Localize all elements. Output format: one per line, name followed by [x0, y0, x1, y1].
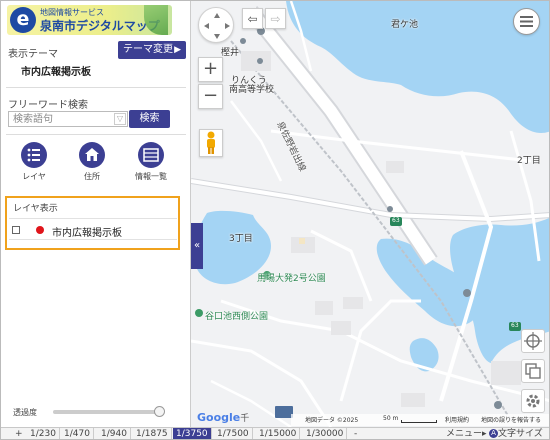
- map-label-chome3: 3丁目: [229, 234, 253, 244]
- map-label-kashii: 樫井: [221, 48, 240, 58]
- pegman-icon: [207, 131, 215, 154]
- freeword-label: フリーワード検索: [8, 100, 88, 111]
- layer-display-section: レイヤ表示 市内広報掲示板: [5, 196, 180, 250]
- map-view[interactable]: 君ケ池 樫井 りんくう 南高等学校 泉佐野岩出線 2丁目 3丁目 63 63 馬…: [191, 1, 549, 427]
- scale-option[interactable]: 1/470: [61, 428, 94, 439]
- map-label-school-2: 南高等学校: [229, 85, 275, 95]
- map-label-park-2: 谷口池西側公園: [205, 312, 269, 322]
- text-size-label: 文字サイズ: [498, 429, 543, 439]
- zoom-in-button[interactable]: +: [198, 57, 223, 82]
- info-list-tool-label: 情報一覧: [135, 172, 167, 181]
- menu-link[interactable]: メニュー▸: [446, 428, 487, 439]
- layer-checkbox[interactable]: [12, 226, 20, 234]
- map-label-route-63b: 63: [511, 322, 519, 329]
- scale-option-active[interactable]: 1/3750: [173, 428, 212, 439]
- layer-item[interactable]: 市内広報掲示板: [9, 218, 177, 240]
- locate-button[interactable]: [521, 329, 545, 353]
- attrib-scale: 50 m: [383, 415, 399, 422]
- scale-option[interactable]: 1/1875: [133, 428, 172, 439]
- layer-item-label: 市内広報掲示板: [52, 228, 122, 239]
- scale-zoom-in[interactable]: +: [13, 428, 25, 439]
- layer-section-title: レイヤ表示: [13, 204, 58, 214]
- info-list-tool-button[interactable]: 情報一覧: [130, 142, 172, 182]
- search-input[interactable]: [8, 111, 128, 127]
- opacity-slider-track[interactable]: [53, 410, 161, 414]
- text-size-link[interactable]: A 文字サイズ: [489, 428, 543, 439]
- logo-title: 泉南市デジタルマップ: [40, 19, 160, 33]
- app-window: 君ケ池 樫井 りんくう 南高等学校 泉佐野岩出線 2丁目 3丁目 63 63 馬…: [0, 0, 550, 440]
- table-icon: [138, 142, 164, 168]
- address-tool-button[interactable]: 住所: [71, 142, 113, 182]
- overlap-squares-icon: [525, 363, 541, 379]
- scale-zoom-out[interactable]: -: [351, 428, 360, 439]
- app-logo[interactable]: e 地図情報サービス 泉南市デジタルマップ: [7, 5, 172, 35]
- google-logo: Google千: [197, 411, 249, 424]
- google-suffix-text: 千: [240, 414, 250, 424]
- attrib-report[interactable]: 地図の誤りを報告する: [481, 415, 541, 424]
- panel-collapse-button[interactable]: «: [191, 223, 203, 269]
- logo-e-mark-icon: e: [10, 7, 36, 33]
- scale-bar: + 1/230 1/470 1/940 1/1875 1/3750 1/7500…: [1, 427, 549, 439]
- theme-label: 表示テーマ: [8, 49, 58, 60]
- scale-option[interactable]: 1/15000: [256, 428, 301, 439]
- crosshair-icon: [524, 332, 542, 350]
- current-theme-name: 市内広報掲示板: [21, 67, 91, 78]
- forward-button[interactable]: ⇨: [265, 8, 286, 29]
- map-label-chome2: 2丁目: [517, 156, 541, 166]
- list-icon: [21, 142, 47, 168]
- scale-option[interactable]: 1/7500: [214, 428, 253, 439]
- gear-icon: [526, 394, 540, 408]
- table-glyph: [143, 148, 159, 162]
- home-icon: [79, 142, 105, 168]
- map-canvas: [191, 1, 549, 427]
- layer-tool-button[interactable]: レイヤ: [13, 142, 55, 182]
- street-view-pegman[interactable]: [199, 129, 223, 157]
- play-arrow-icon: ▶: [174, 45, 181, 55]
- layer-tool-label: レイヤ: [22, 172, 46, 181]
- search-dropdown-icon[interactable]: ▽: [114, 113, 126, 125]
- address-tool-label: 住所: [84, 172, 100, 181]
- search-button[interactable]: 検索: [129, 110, 170, 128]
- map-label-park-1: 馬場大発2号公園: [257, 274, 326, 284]
- opacity-slider-handle[interactable]: [154, 406, 165, 417]
- side-panel: e 地図情報サービス 泉南市デジタルマップ 表示テーマ テーマ変更 ▶ 市内広報…: [1, 1, 191, 427]
- pan-arrows-icon: [204, 13, 230, 39]
- divider: [6, 87, 186, 88]
- map-label-kimigaike: 君ケ池: [391, 20, 419, 30]
- text-size-icon: A: [489, 429, 498, 438]
- attrib-scale-bar: [401, 420, 437, 423]
- zoom-out-button[interactable]: −: [198, 84, 223, 109]
- divider: [6, 134, 186, 135]
- settings-button[interactable]: [521, 389, 545, 413]
- opacity-label: 透過度: [13, 408, 37, 417]
- theme-change-label: テーマ変更: [123, 44, 173, 55]
- map-label-route-63a: 63: [392, 217, 400, 224]
- attrib-map-data: 地図データ ©2025: [305, 417, 359, 424]
- attrib-terms[interactable]: 利用規約: [445, 415, 469, 424]
- list-glyph: [27, 148, 40, 162]
- scale-option[interactable]: 1/230: [27, 428, 60, 439]
- layers-toggle-button[interactable]: [521, 359, 545, 383]
- theme-change-button[interactable]: テーマ変更 ▶: [118, 41, 186, 59]
- pan-control[interactable]: [198, 7, 234, 43]
- home-glyph: [85, 148, 99, 161]
- back-button[interactable]: ⇦: [242, 8, 263, 29]
- main-menu-button[interactable]: [513, 8, 540, 35]
- google-logo-text: Google: [197, 411, 241, 424]
- hamburger-icon: [520, 16, 533, 27]
- map-attribution: 地図データ ©2025 50 m 利用規約 地図の誤りを報告する: [291, 414, 549, 426]
- scale-option[interactable]: 1/30000: [303, 428, 348, 439]
- scale-option[interactable]: 1/940: [98, 428, 131, 439]
- layer-color-dot-icon: [36, 226, 44, 234]
